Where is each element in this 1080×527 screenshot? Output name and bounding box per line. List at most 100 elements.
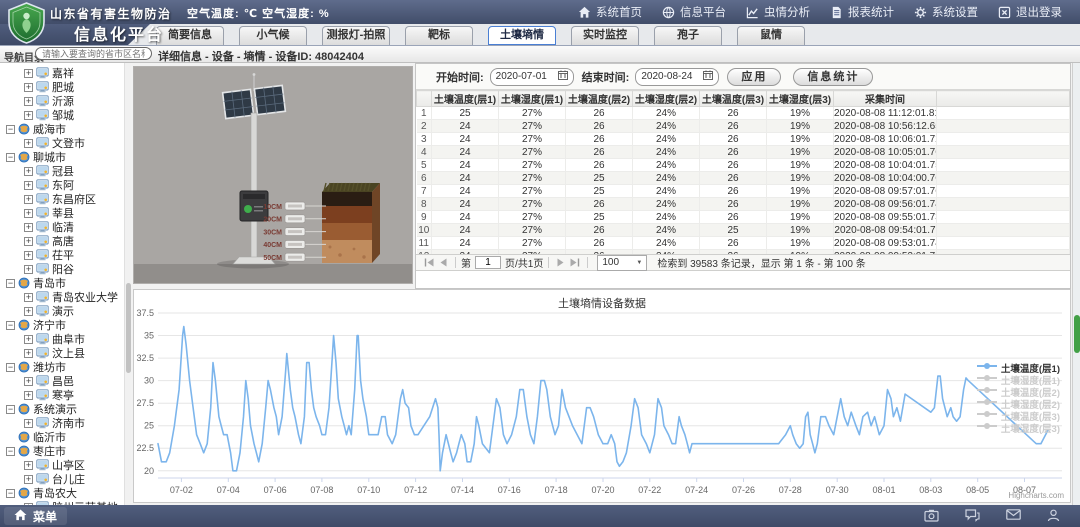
page-scrollbar-thumb[interactable] — [1074, 315, 1080, 353]
expand-toggle-icon[interactable]: + — [24, 475, 33, 484]
expand-toggle-icon[interactable]: − — [6, 405, 15, 414]
table-row[interactable]: 12527%2624%2619%2020-08-08 11:12:01.813 — [417, 107, 1070, 120]
table-row[interactable]: 22427%2624%2619%2020-08-08 10:56:12.657 — [417, 120, 1070, 133]
expand-toggle-icon[interactable]: + — [24, 307, 33, 316]
menu-info-platform[interactable]: 信息平台 — [652, 4, 736, 20]
tree-node-device[interactable]: +临清 — [0, 220, 130, 234]
expand-toggle-icon[interactable]: − — [6, 321, 15, 330]
pager-prev-button[interactable] — [437, 258, 450, 267]
table-row[interactable]: 102427%2624%2519%2020-08-08 09:54:01.7 — [417, 224, 1070, 237]
tree-node-city[interactable]: −枣庄市 — [0, 444, 130, 458]
expand-toggle-icon[interactable]: − — [6, 279, 15, 288]
expand-toggle-icon[interactable]: + — [24, 111, 33, 120]
expand-toggle-icon[interactable]: + — [24, 419, 33, 428]
footer-menu-button[interactable]: 菜单 — [4, 507, 67, 525]
expand-toggle-icon[interactable]: + — [24, 223, 33, 232]
tab-spore[interactable]: 孢子 — [654, 26, 722, 45]
tree-node-device[interactable]: +东阿 — [0, 178, 130, 192]
menu-system-settings[interactable]: 系统设置 — [904, 4, 988, 20]
tree-node-device[interactable]: +曲阜市 — [0, 332, 130, 346]
start-date-input[interactable]: 2020-07-01 — [490, 68, 574, 86]
expand-toggle-icon[interactable]: + — [24, 237, 33, 246]
table-row[interactable]: 82427%2624%2619%2020-08-08 09:56:01.747 — [417, 198, 1070, 211]
expand-toggle-icon[interactable]: + — [24, 167, 33, 176]
tab-report-lamp-photo[interactable]: 测报灯-拍照 — [322, 26, 390, 45]
table-row[interactable]: 62427%2524%2619%2020-08-08 10:04:00.76 — [417, 172, 1070, 185]
tree-node-device[interactable]: +山亭区 — [0, 458, 130, 472]
expand-toggle-icon[interactable]: + — [24, 139, 33, 148]
tree-node-device[interactable]: +台儿庄 — [0, 472, 130, 486]
tree-node-device[interactable]: +东昌府区 — [0, 192, 130, 206]
tab-soil-moisture[interactable]: 土壤墒情 — [488, 26, 556, 45]
legend-item[interactable]: 土壤温度(层1) — [977, 362, 1060, 373]
expand-toggle-icon[interactable]: + — [24, 195, 33, 204]
table-row[interactable]: 112427%2624%2619%2020-08-08 09:53:01.74 — [417, 237, 1070, 250]
expand-toggle-icon[interactable]: + — [24, 83, 33, 92]
mail-icon[interactable] — [1006, 509, 1021, 522]
expand-toggle-icon[interactable]: + — [24, 349, 33, 358]
expand-toggle-icon[interactable]: + — [24, 251, 33, 260]
tree-node-device[interactable]: +邹城 — [0, 108, 130, 122]
tree-node-city[interactable]: −聊城市 — [0, 150, 130, 164]
expand-toggle-icon[interactable]: − — [6, 125, 15, 134]
tree-node-device[interactable]: +昌邑 — [0, 374, 130, 388]
region-search-input[interactable] — [35, 47, 152, 60]
menu-logout[interactable]: 退出登录 — [988, 4, 1072, 20]
page-scrollbar[interactable] — [1072, 63, 1080, 505]
expand-toggle-icon[interactable]: − — [6, 447, 15, 456]
sidebar-scrollbar-thumb[interactable] — [126, 283, 131, 373]
expand-toggle-icon[interactable]: + — [24, 265, 33, 274]
expand-toggle-icon[interactable]: + — [24, 335, 33, 344]
tree-node-device[interactable]: +汶上县 — [0, 346, 130, 360]
tree-node-device[interactable]: +寒亭 — [0, 388, 130, 402]
tab-realtime-monitor[interactable]: 实时监控 — [571, 26, 639, 45]
tree-node-device[interactable]: +肥城 — [0, 80, 130, 94]
expand-toggle-icon[interactable]: + — [24, 97, 33, 106]
tab-rodent[interactable]: 鼠情 — [737, 26, 805, 45]
tree-node-device[interactable]: +演示 — [0, 304, 130, 318]
legend-item[interactable]: 土壤湿度(层2) — [977, 398, 1060, 409]
tree-node-city[interactable]: −潍坊市 — [0, 360, 130, 374]
table-row[interactable]: 42427%2624%2619%2020-08-08 10:05:01.763 — [417, 146, 1070, 159]
tree-node-device[interactable]: +青岛农业大学 — [0, 290, 130, 304]
expand-toggle-icon[interactable]: − — [6, 153, 15, 162]
sidebar-scrollbar[interactable] — [124, 63, 131, 505]
table-row[interactable]: 32427%2624%2619%2020-08-08 10:06:01.72 — [417, 133, 1070, 146]
tree-node-device[interactable]: +嘉祥 — [0, 66, 130, 80]
apply-button[interactable]: 应用 — [727, 68, 781, 86]
calendar-icon[interactable] — [558, 70, 568, 83]
user-icon[interactable] — [1047, 509, 1060, 522]
tree-node-device[interactable]: +文登市 — [0, 136, 130, 150]
menu-report-stats[interactable]: 报表统计 — [820, 4, 904, 20]
pager-first-button[interactable] — [422, 258, 437, 267]
calendar-icon[interactable] — [703, 70, 713, 83]
tree-node-device[interactable]: +冠县 — [0, 164, 130, 178]
legend-item[interactable]: 土壤湿度(层3) — [977, 422, 1060, 433]
photo-icon[interactable] — [924, 509, 939, 522]
menu-pest-analysis[interactable]: 虫情分析 — [736, 4, 820, 20]
page-size-select[interactable]: 100 ▼ — [597, 255, 647, 271]
chat-icon[interactable] — [965, 509, 980, 522]
tree-node-city[interactable]: 临沂市 — [0, 430, 130, 444]
info-stats-button[interactable]: 信息统计 — [793, 68, 873, 86]
tree-node-city[interactable]: −青岛市 — [0, 276, 130, 290]
page-number-input[interactable] — [475, 256, 501, 269]
end-date-input[interactable]: 2020-08-24 — [635, 68, 719, 86]
expand-toggle-icon[interactable]: + — [24, 377, 33, 386]
tree-node-device[interactable]: +沂源 — [0, 94, 130, 108]
menu-home[interactable]: 系统首页 — [568, 4, 652, 20]
tree-node-city[interactable]: −青岛农大 — [0, 486, 130, 500]
expand-toggle-icon[interactable]: − — [6, 363, 15, 372]
tab-target[interactable]: 靶标 — [405, 26, 473, 45]
expand-toggle-icon[interactable]: − — [6, 489, 15, 498]
expand-toggle-icon[interactable]: + — [24, 181, 33, 190]
expand-toggle-icon[interactable]: + — [24, 69, 33, 78]
table-row[interactable]: 72427%2524%2619%2020-08-08 09:57:01.76 — [417, 185, 1070, 198]
pager-next-button[interactable] — [554, 258, 567, 267]
tree-node-device[interactable]: +茌平 — [0, 248, 130, 262]
tree-node-device[interactable]: +阳谷 — [0, 262, 130, 276]
tree-node-city[interactable]: −威海市 — [0, 122, 130, 136]
expand-toggle-icon[interactable]: + — [24, 461, 33, 470]
expand-toggle-icon[interactable]: + — [24, 209, 33, 218]
tab-microclimate[interactable]: 小气候 — [239, 26, 307, 45]
